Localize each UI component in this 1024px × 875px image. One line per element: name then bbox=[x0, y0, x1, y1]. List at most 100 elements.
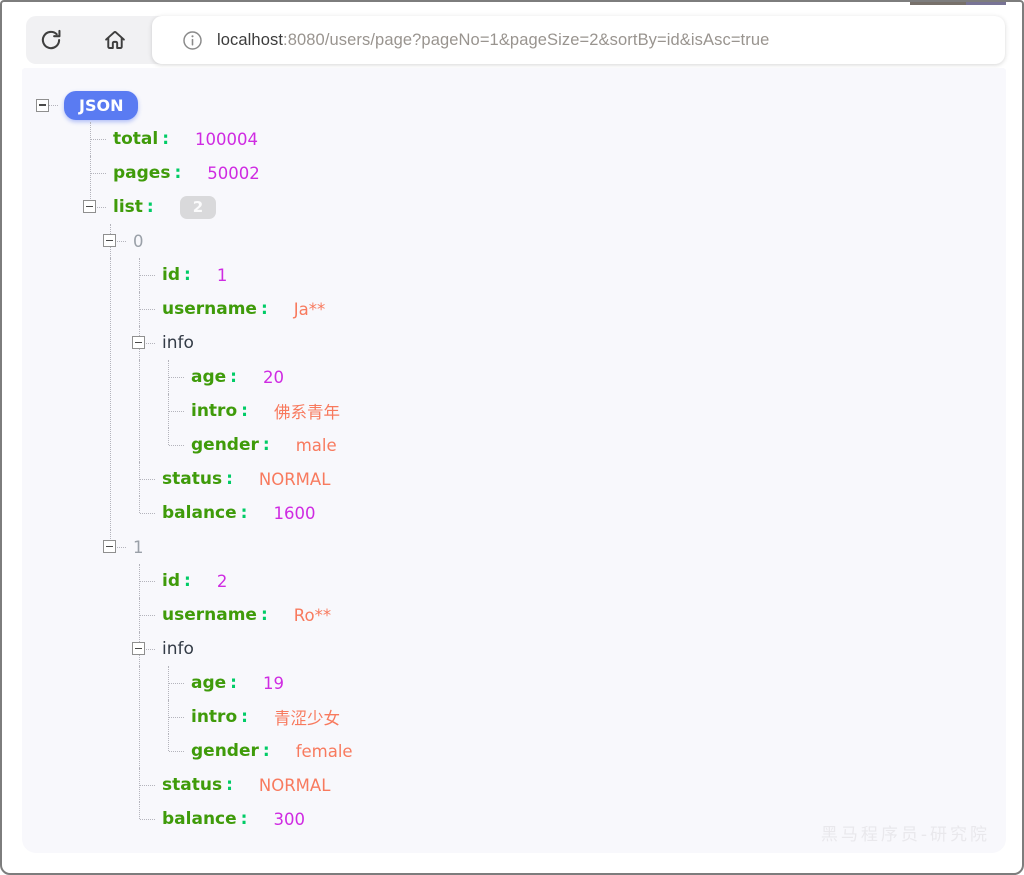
collapse-toggle[interactable] bbox=[132, 642, 145, 655]
key-colon: : bbox=[241, 503, 248, 523]
json-key: pages bbox=[113, 163, 170, 183]
tree-row-0: 0 bbox=[110, 224, 1000, 258]
object-label: info bbox=[162, 639, 194, 659]
key-colon: : bbox=[241, 401, 248, 421]
url-host: localhost bbox=[217, 31, 283, 49]
tree-children: age:20intro:佛系青年gender:male bbox=[168, 360, 1000, 462]
browser-window: localhost:8080/users/page?pageNo=1&pageS… bbox=[0, 0, 1024, 875]
tree-row-intro: intro: 青涩少女 bbox=[168, 700, 1000, 734]
collapse-toggle[interactable] bbox=[36, 99, 49, 112]
json-key: list bbox=[113, 197, 143, 217]
tree-row-status: status: NORMAL bbox=[139, 462, 1000, 496]
key-colon: : bbox=[226, 469, 233, 489]
json-value-number: 2 bbox=[217, 572, 228, 591]
json-root-badge: JSON bbox=[64, 91, 138, 120]
address-bar[interactable]: localhost:8080/users/page?pageNo=1&pageS… bbox=[152, 16, 1005, 64]
json-value-number: 100004 bbox=[195, 130, 258, 149]
json-value-string: male bbox=[296, 436, 337, 455]
json-value-string: 佛系青年 bbox=[274, 399, 340, 423]
json-key: username bbox=[162, 299, 257, 319]
json-root-row: JSON bbox=[36, 88, 1000, 122]
tree-row-id: id: 1 bbox=[139, 258, 1000, 292]
key-colon: : bbox=[226, 775, 233, 795]
json-key: intro bbox=[191, 707, 237, 727]
tree-row-gender: gender: female bbox=[168, 734, 1000, 768]
key-colon: : bbox=[230, 673, 237, 693]
json-value-number: 19 bbox=[263, 674, 284, 693]
json-root-children: total:100004pages:50002list:20id:1userna… bbox=[90, 122, 1000, 836]
json-key: intro bbox=[191, 401, 237, 421]
tree-children: age:19intro:青涩少女gender:female bbox=[168, 666, 1000, 768]
array-count-badge: 2 bbox=[180, 196, 216, 219]
key-colon: : bbox=[147, 197, 154, 217]
collapse-toggle[interactable] bbox=[132, 336, 145, 349]
json-value-string: female bbox=[296, 742, 353, 761]
key-colon: : bbox=[174, 163, 181, 183]
watermark: 黑马程序员-研究院 bbox=[821, 820, 990, 845]
home-button[interactable] bbox=[102, 27, 128, 53]
collapse-toggle[interactable] bbox=[103, 234, 116, 247]
tree-row-1: 1 bbox=[110, 530, 1000, 564]
json-key: age bbox=[191, 673, 226, 693]
tree-children: id:1username:Ja**infoage:20intro:佛系青年gen… bbox=[139, 258, 1000, 530]
json-value-number: 1 bbox=[217, 266, 228, 285]
tree-row-pages: pages: 50002 bbox=[90, 156, 1000, 190]
collapse-toggle[interactable] bbox=[83, 200, 96, 213]
key-colon: : bbox=[261, 299, 268, 319]
json-value-string: NORMAL bbox=[259, 470, 331, 489]
json-key: username bbox=[162, 605, 257, 625]
json-value-number: 20 bbox=[263, 368, 284, 387]
json-key: balance bbox=[162, 809, 237, 829]
json-key: gender bbox=[191, 741, 259, 761]
browser-toolbar: localhost:8080/users/page?pageNo=1&pageS… bbox=[26, 16, 1005, 64]
object-label: info bbox=[162, 333, 194, 353]
tree-row-balance: balance: 1600 bbox=[139, 496, 1000, 530]
tree-connector bbox=[49, 105, 58, 106]
home-icon bbox=[102, 27, 128, 53]
tree-row-info: info bbox=[139, 632, 1000, 666]
window-edge-accent bbox=[910, 2, 966, 5]
key-colon: : bbox=[261, 605, 268, 625]
json-key: gender bbox=[191, 435, 259, 455]
json-value-number: 1600 bbox=[273, 504, 315, 523]
json-key: status bbox=[162, 775, 222, 795]
json-value-string: NORMAL bbox=[259, 776, 331, 795]
json-tree: JSON total:100004pages:50002list:20id:1u… bbox=[36, 88, 1000, 836]
key-colon: : bbox=[162, 129, 169, 149]
tree-row-info: info bbox=[139, 326, 1000, 360]
key-colon: : bbox=[184, 265, 191, 285]
key-colon: : bbox=[263, 741, 270, 761]
key-colon: : bbox=[184, 571, 191, 591]
refresh-button[interactable] bbox=[38, 27, 64, 53]
json-value-number: 300 bbox=[273, 810, 305, 829]
json-key: status bbox=[162, 469, 222, 489]
tree-row-age: age: 19 bbox=[168, 666, 1000, 700]
window-edge-accent bbox=[966, 2, 1006, 5]
json-key: id bbox=[162, 265, 180, 285]
array-index-label: 1 bbox=[133, 538, 144, 557]
tree-row-username: username: Ja** bbox=[139, 292, 1000, 326]
url-path-query: :8080/users/page?pageNo=1&pageSize=2&sor… bbox=[283, 31, 769, 49]
json-value-string: 青涩少女 bbox=[274, 705, 340, 729]
json-key: total bbox=[113, 129, 158, 149]
tree-row-age: age:20 bbox=[168, 360, 1000, 394]
key-colon: : bbox=[241, 809, 248, 829]
collapse-toggle[interactable] bbox=[103, 540, 116, 553]
tree-row-list: list: 2 bbox=[90, 190, 1000, 224]
key-colon: : bbox=[230, 367, 237, 387]
json-key: balance bbox=[162, 503, 237, 523]
key-colon: : bbox=[241, 707, 248, 727]
site-info-button[interactable] bbox=[182, 30, 203, 51]
json-value-string: Ro** bbox=[294, 606, 331, 625]
tree-row-gender: gender: male bbox=[168, 428, 1000, 462]
array-index-label: 0 bbox=[133, 232, 144, 251]
json-value-number: 50002 bbox=[207, 164, 260, 183]
tree-row-intro: intro: 佛系青年 bbox=[168, 394, 1000, 428]
key-colon: : bbox=[263, 435, 270, 455]
tree-row-id: id: 2 bbox=[139, 564, 1000, 598]
tree-row-status: status: NORMAL bbox=[139, 768, 1000, 802]
json-key: id bbox=[162, 571, 180, 591]
url-text: localhost:8080/users/page?pageNo=1&pageS… bbox=[217, 31, 769, 50]
tree-row-username: username: Ro** bbox=[139, 598, 1000, 632]
json-value-string: Ja** bbox=[294, 300, 325, 319]
